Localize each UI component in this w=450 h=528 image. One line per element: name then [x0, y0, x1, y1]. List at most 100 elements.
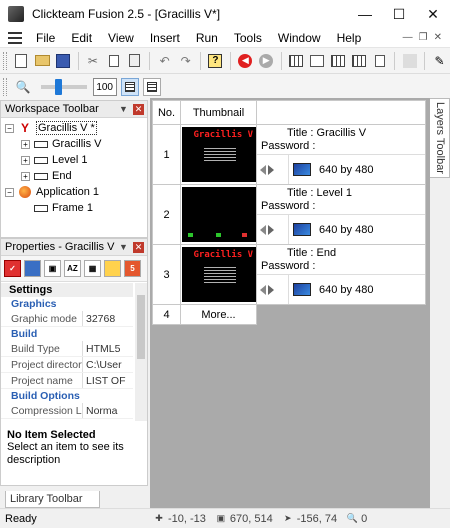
- collapse-icon[interactable]: −: [5, 123, 14, 133]
- open-icon[interactable]: [34, 51, 51, 71]
- tree-item-frame-gracillis[interactable]: + Gracillis V: [21, 136, 102, 152]
- property-row[interactable]: Graphic mode 32768: [1, 311, 133, 327]
- category-build[interactable]: Build: [1, 327, 133, 341]
- frame-thumbnail[interactable]: Gracillis V: [181, 127, 256, 182]
- menu-help[interactable]: Help: [329, 31, 370, 45]
- expand-icon[interactable]: +: [21, 171, 30, 181]
- copy-icon[interactable]: [105, 51, 122, 71]
- menu-insert[interactable]: Insert: [142, 31, 188, 45]
- category-build-options[interactable]: Build Options: [1, 389, 133, 403]
- collapse-icon[interactable]: −: [5, 187, 14, 197]
- menu-view[interactable]: View: [100, 31, 142, 45]
- frame-thumbnail[interactable]: [181, 187, 256, 242]
- zoom-toolbar: 🔍 100: [0, 74, 450, 100]
- frame-width[interactable]: 640: [319, 164, 337, 176]
- new-icon[interactable]: [13, 51, 30, 71]
- paste-icon[interactable]: [126, 51, 143, 71]
- menu-window[interactable]: Window: [270, 31, 329, 45]
- minimize-button[interactable]: —: [348, 0, 382, 28]
- transition-icon[interactable]: [260, 163, 284, 177]
- menu-tools[interactable]: Tools: [226, 31, 270, 45]
- frame-password[interactable]: Password :: [261, 140, 421, 153]
- zoom-value-field[interactable]: 100: [93, 78, 117, 96]
- help-icon[interactable]: ?: [207, 51, 224, 71]
- undo-icon[interactable]: ↶: [156, 51, 173, 71]
- expand-icon[interactable]: +: [21, 155, 30, 165]
- tree-item-game[interactable]: − Y Gracillis V *: [5, 120, 97, 136]
- frame-row[interactable]: 2 Title : Level 1 Password : 640 by 480: [152, 184, 426, 245]
- zoom-slider[interactable]: [41, 79, 87, 95]
- frame-height[interactable]: 480: [355, 284, 373, 296]
- comment-icon[interactable]: ✎: [431, 51, 448, 71]
- transition-icon[interactable]: [260, 283, 284, 297]
- maximize-button[interactable]: ☐: [382, 0, 416, 28]
- property-row[interactable]: Compression Lev Norma: [1, 403, 133, 419]
- grid-tab-icon[interactable]: ▦: [84, 260, 101, 277]
- menu-run[interactable]: Run: [188, 31, 226, 45]
- application-tab-icon[interactable]: ▣: [44, 260, 61, 277]
- data-elements-icon[interactable]: [371, 51, 388, 71]
- event-editor-icon[interactable]: [330, 51, 347, 71]
- category-graphics[interactable]: Graphics: [1, 297, 133, 311]
- az-tab-icon[interactable]: AZ: [64, 260, 81, 277]
- checklist-tab-icon[interactable]: ✓: [4, 260, 21, 277]
- pin-icon[interactable]: ▼: [119, 104, 129, 114]
- display-tab-icon[interactable]: [24, 260, 41, 277]
- close-window-button[interactable]: ✕: [416, 0, 450, 28]
- close-icon[interactable]: ✕: [133, 103, 144, 115]
- event-list-icon[interactable]: [350, 51, 367, 71]
- scrollbar-thumb[interactable]: [137, 295, 145, 359]
- properties-scrollbar[interactable]: [135, 283, 147, 421]
- layers-toolbar-tab[interactable]: Layers Toolbar: [430, 98, 450, 178]
- mdi-close-icon[interactable]: ✕: [434, 32, 442, 43]
- close-icon[interactable]: ✕: [133, 241, 144, 253]
- tree-item-frame-end[interactable]: + End: [21, 168, 72, 184]
- thumbnail-view-button[interactable]: [121, 78, 139, 96]
- save-icon[interactable]: [55, 51, 72, 71]
- size-icon: ▣: [216, 513, 226, 523]
- title-bar: Clickteam Fusion 2.5 - [Gracillis V*] — …: [0, 0, 450, 28]
- more-row[interactable]: 4 More...: [152, 304, 426, 325]
- frame-thumbnail[interactable]: Gracillis V: [181, 247, 256, 302]
- frame-row[interactable]: 1 Gracillis V Title : Gracillis V Passwo…: [152, 124, 426, 185]
- frame-password[interactable]: Password :: [261, 260, 421, 273]
- frame-editor-icon[interactable]: [309, 51, 326, 71]
- transition-icon[interactable]: [260, 223, 284, 237]
- frame-width[interactable]: 640: [319, 224, 337, 236]
- library-toolbar-tab[interactable]: Library Toolbar: [5, 491, 100, 508]
- cut-icon[interactable]: ✂: [84, 51, 101, 71]
- forward-icon[interactable]: ▶: [258, 51, 275, 71]
- property-row[interactable]: Build Type HTML5: [1, 341, 133, 357]
- tree-item-application[interactable]: − Application 1: [5, 184, 99, 200]
- tree-item-frame1[interactable]: Frame 1: [33, 200, 93, 216]
- storyboard-editor-icon[interactable]: [288, 51, 305, 71]
- menu-file[interactable]: File: [28, 31, 63, 45]
- storyboard-editor: No. Thumbnail 1 Gracillis V Title : Grac…: [150, 98, 430, 508]
- frame-icon: [33, 170, 49, 182]
- property-row[interactable]: Project directory C:\User: [1, 357, 133, 373]
- list-view-button[interactable]: [143, 78, 161, 96]
- frame-password[interactable]: Password :: [261, 200, 421, 213]
- zoom-slider-thumb[interactable]: [55, 79, 62, 95]
- menu-edit[interactable]: Edit: [63, 31, 100, 45]
- frame-row[interactable]: 3 Gracillis V Title : End Password : 640…: [152, 244, 426, 305]
- expand-icon[interactable]: +: [21, 139, 30, 149]
- frame-height[interactable]: 480: [355, 224, 373, 236]
- frame-title[interactable]: Title : Level 1: [261, 187, 421, 200]
- frame-title[interactable]: Title : End: [261, 247, 421, 260]
- html5-tab-icon[interactable]: 5: [124, 260, 141, 277]
- mdi-minimize-icon[interactable]: —: [403, 32, 413, 43]
- folder-tab-icon[interactable]: [104, 260, 121, 277]
- toolbar-grip[interactable]: [3, 78, 7, 96]
- frame-width[interactable]: 640: [319, 284, 337, 296]
- mdi-restore-icon[interactable]: ❐: [419, 32, 428, 43]
- tree-item-frame-level1[interactable]: + Level 1: [21, 152, 87, 168]
- more-frames-button[interactable]: More...: [180, 304, 257, 325]
- pin-icon[interactable]: ▼: [119, 242, 129, 252]
- redo-icon[interactable]: ↷: [177, 51, 194, 71]
- back-icon[interactable]: ◀: [237, 51, 254, 71]
- toolbar-grip[interactable]: [3, 51, 7, 70]
- frame-height[interactable]: 480: [355, 164, 373, 176]
- property-row[interactable]: Project name LIST OF: [1, 373, 133, 389]
- frame-title[interactable]: Title : Gracillis V: [261, 127, 421, 140]
